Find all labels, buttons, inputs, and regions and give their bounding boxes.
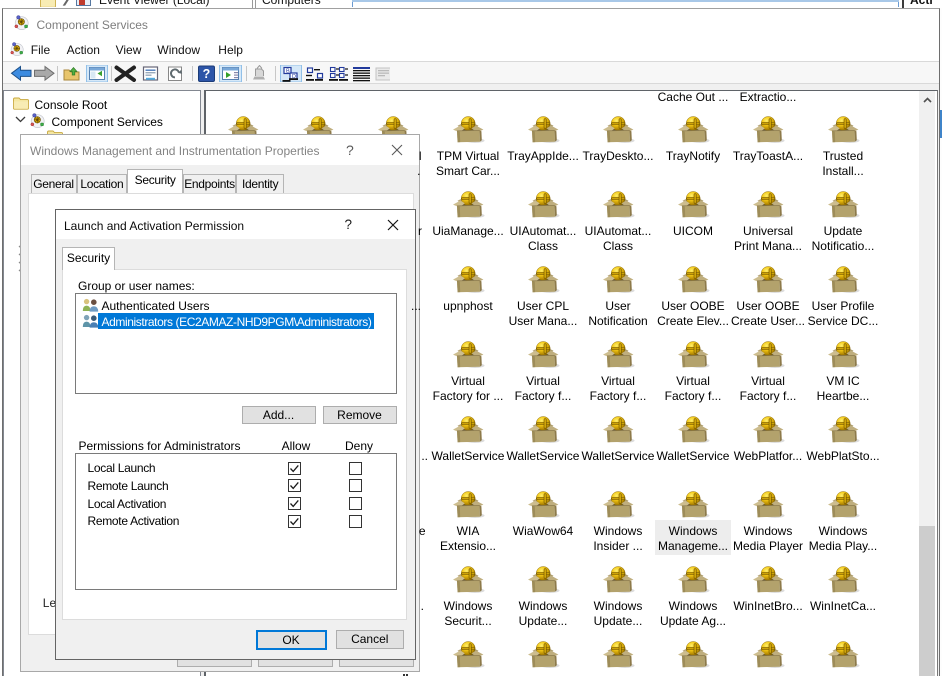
svg-text:?: ? [203,67,211,81]
svg-text:B: B [286,68,290,74]
